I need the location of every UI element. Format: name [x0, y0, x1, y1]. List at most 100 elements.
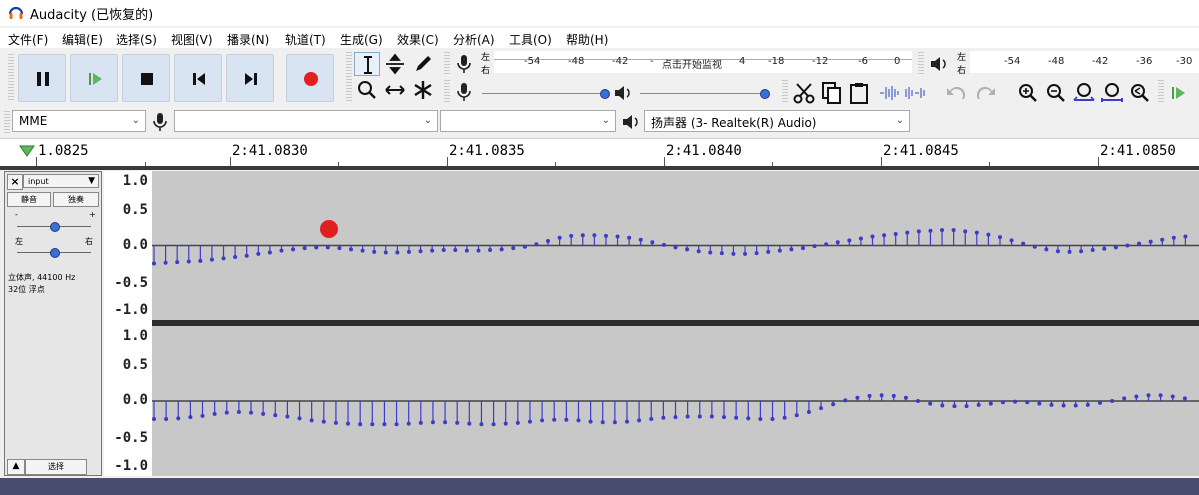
play-volume-slider[interactable]: [640, 88, 770, 100]
paste-icon[interactable]: [848, 81, 872, 105]
sample-point[interactable]: [443, 420, 448, 425]
sample-point[interactable]: [858, 236, 863, 241]
sample-point[interactable]: [696, 249, 701, 254]
sample-point[interactable]: [285, 414, 290, 419]
collapse-track-button[interactable]: ▲: [7, 459, 25, 475]
sample-point[interactable]: [244, 253, 249, 258]
sample-point[interactable]: [249, 410, 254, 415]
sample-point[interactable]: [467, 421, 472, 426]
waveform-left-channel[interactable]: [152, 171, 1199, 320]
sample-point[interactable]: [291, 247, 296, 252]
toolbar-grip[interactable]: [444, 80, 450, 104]
menu-analyze[interactable]: 分析(A): [453, 31, 495, 48]
gain-slider[interactable]: [17, 222, 91, 232]
sample-point[interactable]: [988, 401, 993, 406]
copy-icon[interactable]: [820, 81, 844, 105]
sample-point[interactable]: [233, 255, 238, 260]
zoom-toggle-icon[interactable]: [1128, 82, 1152, 104]
sample-point[interactable]: [976, 402, 981, 407]
sample-point[interactable]: [267, 250, 272, 255]
sample-point[interactable]: [746, 416, 751, 421]
sample-point[interactable]: [186, 259, 191, 264]
menu-tools[interactable]: 工具(O): [509, 31, 552, 48]
speaker-icon[interactable]: [928, 54, 950, 74]
sample-point[interactable]: [511, 246, 516, 251]
sample-point[interactable]: [279, 248, 284, 253]
sample-point[interactable]: [879, 393, 884, 398]
sample-point[interactable]: [406, 421, 411, 426]
sample-point[interactable]: [708, 250, 713, 255]
sample-point[interactable]: [758, 417, 763, 422]
sample-point[interactable]: [395, 250, 400, 255]
sample-point[interactable]: [916, 229, 921, 234]
sample-point[interactable]: [782, 415, 787, 420]
sample-point[interactable]: [627, 235, 632, 240]
sample-point[interactable]: [453, 247, 458, 252]
sample-point[interactable]: [221, 256, 226, 261]
sample-point[interactable]: [870, 234, 875, 239]
sample-point[interactable]: [903, 395, 908, 400]
sample-point[interactable]: [382, 422, 387, 427]
sample-point[interactable]: [321, 419, 326, 424]
sample-point[interactable]: [964, 404, 969, 409]
sample-point[interactable]: [540, 418, 545, 423]
sample-point[interactable]: [503, 421, 508, 426]
track-menu-button[interactable]: input ▼: [23, 174, 99, 188]
sample-point[interactable]: [603, 233, 608, 238]
sample-point[interactable]: [1137, 241, 1142, 246]
sample-point[interactable]: [1122, 396, 1127, 401]
sample-point[interactable]: [777, 248, 782, 253]
sample-point[interactable]: [1037, 401, 1042, 406]
sample-point[interactable]: [685, 414, 690, 419]
sample-point[interactable]: [499, 247, 504, 252]
sample-point[interactable]: [418, 420, 423, 425]
play-head-icon[interactable]: [18, 144, 36, 158]
sample-point[interactable]: [734, 415, 739, 420]
sample-point[interactable]: [358, 422, 363, 427]
sample-point[interactable]: [624, 419, 629, 424]
sample-point[interactable]: [1182, 396, 1187, 401]
toolbar-grip[interactable]: [346, 52, 352, 102]
timeline-ruler[interactable]: 1.0825 2:41.0830 2:41.0835 2:41.0840 2:4…: [0, 138, 1199, 167]
sample-point[interactable]: [527, 419, 532, 424]
sample-point[interactable]: [176, 416, 181, 421]
menu-select[interactable]: 选择(S): [116, 31, 157, 48]
sample-point[interactable]: [1102, 246, 1107, 251]
play-button[interactable]: [70, 54, 118, 102]
sample-point[interactable]: [743, 251, 748, 256]
toolbar-grip[interactable]: [918, 52, 924, 76]
sample-point[interactable]: [302, 246, 307, 251]
sample-point[interactable]: [800, 246, 805, 251]
sample-point[interactable]: [673, 415, 678, 420]
menu-file[interactable]: 文件(F): [8, 31, 48, 48]
menu-transport[interactable]: 播录(N): [227, 31, 269, 48]
microphone-icon[interactable]: [454, 53, 474, 75]
sample-point[interactable]: [175, 260, 180, 265]
sample-point[interactable]: [824, 242, 829, 247]
sample-point[interactable]: [1032, 244, 1037, 249]
sample-point[interactable]: [1013, 399, 1018, 404]
sample-point[interactable]: [819, 406, 824, 411]
skip-start-button[interactable]: [174, 54, 222, 102]
sample-point[interactable]: [722, 415, 727, 420]
sample-point[interactable]: [709, 414, 714, 419]
sample-point[interactable]: [650, 240, 655, 245]
sample-point[interactable]: [1113, 245, 1118, 250]
sample-point[interactable]: [1049, 402, 1054, 407]
sample-point[interactable]: [1160, 237, 1165, 242]
record-device-select[interactable]: ⌄: [174, 110, 438, 132]
trim-icon[interactable]: [878, 83, 902, 103]
sample-point[interactable]: [612, 420, 617, 425]
sample-point[interactable]: [673, 245, 678, 250]
sample-point[interactable]: [615, 234, 620, 239]
sample-point[interactable]: [812, 244, 817, 249]
menu-tracks[interactable]: 轨道(T): [285, 31, 326, 48]
sample-point[interactable]: [940, 228, 945, 233]
sample-point[interactable]: [360, 248, 365, 253]
sample-point[interactable]: [637, 418, 642, 423]
slider-thumb[interactable]: [50, 222, 60, 232]
sample-point[interactable]: [835, 240, 840, 245]
sample-point[interactable]: [963, 229, 968, 234]
sample-point[interactable]: [464, 248, 469, 253]
sample-point[interactable]: [997, 235, 1002, 240]
